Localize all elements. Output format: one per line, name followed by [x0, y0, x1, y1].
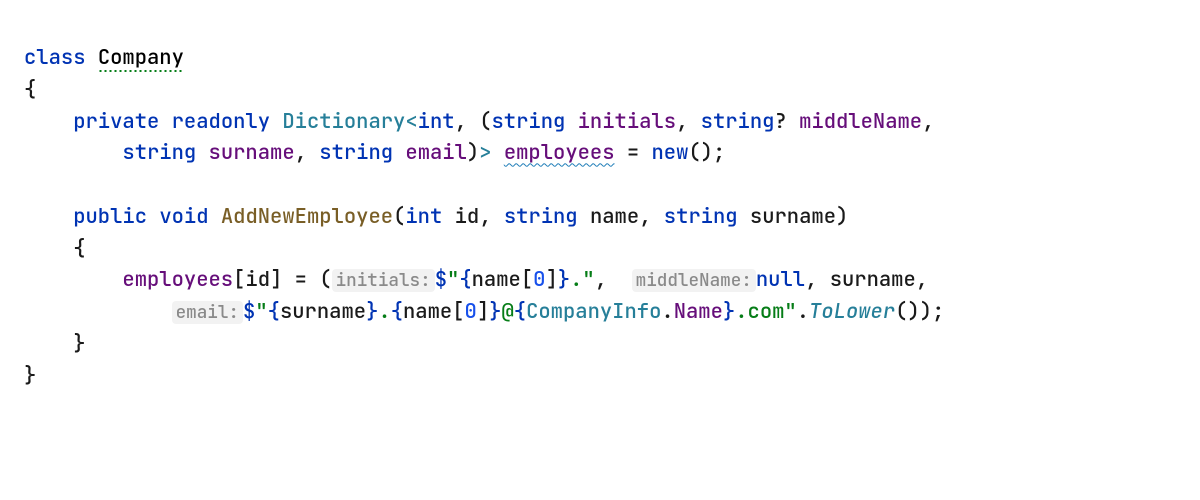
tuple-initials: initials: [578, 108, 676, 135]
param-surname: surname: [750, 203, 836, 230]
angle-open: <: [405, 108, 417, 135]
line-8: employees[id] = (initials:$"{name[0]}.",…: [24, 266, 928, 293]
inlay-hint-email: email:: [172, 301, 243, 324]
keyword-readonly: readonly: [172, 108, 270, 135]
line-11: }: [24, 362, 36, 389]
keyword-private: private: [73, 108, 159, 135]
prop-name: Name: [674, 298, 723, 325]
inlay-hint-middlename: middleName:: [632, 269, 756, 292]
keyword-class: class: [24, 44, 86, 71]
tuple-middlename: middleName: [799, 108, 922, 135]
tuple-surname: surname: [209, 139, 295, 166]
keyword-void: void: [159, 203, 208, 230]
line-6: public void AddNewEmployee(int id, strin…: [24, 203, 848, 230]
method-name: AddNewEmployee: [221, 203, 393, 230]
type-dictionary: Dictionary: [282, 108, 405, 135]
angle-close: >: [479, 139, 491, 166]
line-4: string surname, string email)> employees…: [24, 139, 725, 166]
line-3: private readonly Dictionary<int, (string…: [24, 108, 934, 135]
tuple-email: email: [405, 139, 467, 166]
brace-open: {: [24, 76, 36, 103]
class-name: Company: [98, 44, 184, 73]
param-name: name: [590, 203, 639, 230]
line-10: }: [24, 330, 86, 357]
field-employees-ref: employees: [122, 266, 233, 293]
line-7: {: [24, 235, 86, 262]
field-employees: employees: [504, 139, 615, 166]
keyword-new: new: [651, 139, 688, 166]
keyword-public: public: [73, 203, 147, 230]
keyword-null: null: [756, 266, 805, 293]
line-2: {: [24, 76, 36, 103]
method-tolower: ToLower: [809, 298, 895, 325]
type-int: int: [418, 108, 455, 135]
line-9: email:$"{surname}.{name[0]}@{CompanyInfo…: [24, 298, 944, 325]
code-editor[interactable]: class Company { private readonly Diction…: [0, 0, 1200, 415]
type-companyinfo: CompanyInfo: [526, 298, 661, 325]
type-string: string: [492, 108, 566, 135]
line-1: class Company: [24, 44, 184, 73]
inlay-hint-initials: initials:: [332, 269, 435, 292]
param-id: id: [455, 203, 480, 230]
